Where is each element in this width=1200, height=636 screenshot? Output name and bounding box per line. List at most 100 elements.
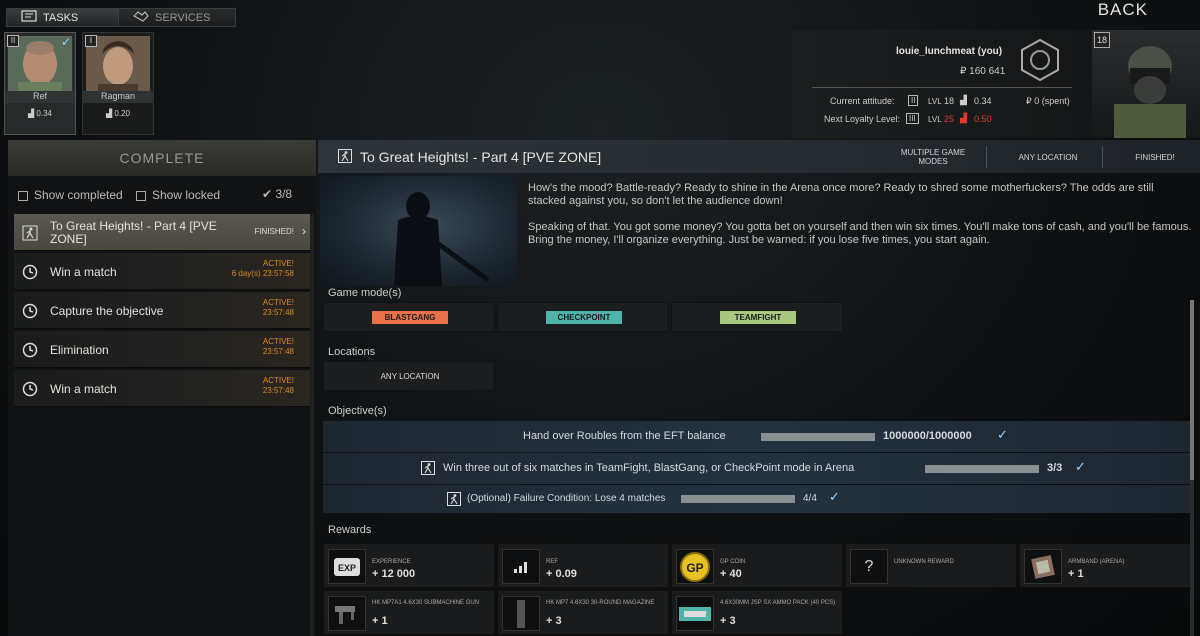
reward-name: ARMBAND (ARENA)	[1068, 559, 1125, 565]
next-lvl-label: LVL	[928, 115, 942, 124]
clock-icon	[22, 303, 38, 319]
current-spent: ₽ 0 (spent)	[1026, 96, 1070, 106]
reward-item[interactable]: GP GP COIN + 40	[671, 543, 843, 588]
quest-name: Win a match	[50, 265, 117, 279]
quest-title: To Great Heights! - Part 4 [PVE ZONE]	[360, 149, 602, 165]
objective-progress: 1000000/1000000	[883, 430, 972, 442]
svg-text:GP: GP	[686, 561, 703, 575]
loyalty-level-badge: II	[908, 95, 919, 106]
clock-icon	[22, 342, 38, 358]
quest-status: ACTIVE! 23:57:48	[262, 376, 294, 395]
current-lvl-label: LVL	[928, 97, 942, 106]
quest-location-header: ANY LOCATION	[1018, 152, 1078, 162]
chevron-right-icon: ›	[302, 224, 306, 238]
runner-icon	[421, 461, 435, 478]
reward-item[interactable]: REF + 0.09	[497, 543, 669, 588]
game-mode-tag: TEAMFIGHT	[720, 311, 796, 324]
list-item[interactable]: Win a match ACTIVE! 23:57:48	[14, 370, 310, 407]
objective-progress: 3/3	[1047, 462, 1063, 474]
trader-card-ragman[interactable]: I Ragman ▟ 0.20	[82, 32, 154, 135]
reward-item[interactable]: ARMBAND (ARENA) + 1	[1019, 543, 1191, 588]
armband-icon	[1024, 549, 1062, 584]
quest-header: To Great Heights! - Part 4 [PVE ZONE] MU…	[318, 140, 1200, 173]
reward-item[interactable]: HK MP7A1 4.6X30 SUBMACHINE GUN + 1	[323, 590, 495, 635]
objectives-label: Objective(s)	[328, 405, 387, 417]
reward-value: + 1	[1068, 568, 1084, 580]
objective-text: Hand over Roubles from the EFT balance	[523, 430, 726, 442]
trader-emblem-icon	[1018, 38, 1062, 85]
player-avatar: 18	[1092, 30, 1200, 138]
reward-item[interactable]: ? UNKNOWN REWARD	[845, 543, 1017, 588]
next-lvl-value: 25	[944, 114, 955, 124]
quest-status: ACTIVE! 6 day(s) 23:57:58	[231, 259, 294, 278]
reward-value: + 3	[720, 615, 736, 627]
reward-name: UNKNOWN REWARD	[894, 559, 954, 565]
quest-status: FINISHED!	[254, 227, 294, 236]
trader-standing: ▟ 0.20	[106, 109, 130, 118]
question-icon: ?	[850, 549, 888, 584]
quest-description: How's the mood? Battle-ready? Ready to s…	[528, 182, 1192, 260]
quest-filters: Show completed Show locked ✔ 3/8	[8, 180, 316, 210]
check-icon: ✓	[829, 489, 840, 504]
smg-icon	[328, 596, 366, 631]
divider	[812, 87, 1072, 88]
runner-icon	[22, 225, 38, 241]
reward-item[interactable]: 4.6X30MM JSP SX AMMO PACK (40 PCS) + 3	[671, 590, 843, 635]
game-modes-label: Game mode(s)	[328, 287, 402, 299]
trader-standing: ▟ 0.34	[28, 109, 52, 118]
reward-item[interactable]: EXP EXPERIENCE + 12 000	[323, 543, 495, 588]
content-scrollbar-thumb[interactable]	[1190, 300, 1194, 480]
game-mode-cell: TEAMFIGHT	[671, 302, 843, 332]
runner-icon	[447, 492, 461, 509]
player-money: ₽ 160 641	[960, 66, 1006, 77]
trader-card-ref[interactable]: II ✓ Ref ▟ 0.34	[4, 32, 76, 135]
next-standing: 0.50	[974, 114, 992, 124]
player-level-badge: 18	[1094, 32, 1110, 48]
check-icon: ✓	[1075, 459, 1086, 474]
next-loyalty-badge: III	[906, 113, 919, 124]
reward-value: + 0.09	[546, 568, 577, 580]
tab-services-label: SERVICES	[155, 11, 211, 24]
runner-icon	[338, 149, 352, 166]
objective-progress-bar	[925, 465, 1039, 473]
clock-icon	[22, 264, 38, 280]
objective-row: (Optional) Failure Condition: Lose 4 mat…	[323, 485, 1190, 513]
list-item[interactable]: Elimination ACTIVE! 23:57:48	[14, 331, 310, 368]
back-button[interactable]: BACK	[1098, 0, 1148, 20]
exp-icon: EXP	[328, 549, 366, 584]
standing-icon: ▟	[960, 95, 967, 105]
current-lvl-value: 18	[944, 96, 955, 106]
trader-name: Ref	[5, 91, 75, 103]
tab-tasks[interactable]: TASKS	[6, 8, 124, 27]
quest-name: Win a match	[50, 382, 117, 396]
objective-progress: 4/4	[803, 493, 817, 504]
divider	[1102, 146, 1103, 168]
show-completed-checkbox[interactable]: Show completed	[18, 188, 123, 202]
quest-name: Capture the objective	[50, 304, 164, 318]
trader-name: Ragman	[83, 91, 153, 103]
quest-name: Elimination	[50, 343, 109, 357]
check-icon: ✓	[997, 427, 1008, 442]
trader-level-badge: I	[85, 35, 97, 47]
quest-status-header[interactable]: COMPLETE	[8, 140, 316, 176]
objective-text: (Optional) Failure Condition: Lose 4 mat…	[467, 493, 666, 504]
game-mode-tag: BLASTGANG	[372, 311, 448, 324]
current-attitude-label: Current attitude:	[830, 96, 895, 106]
show-locked-checkbox[interactable]: Show locked	[136, 188, 220, 202]
reward-name: GP COIN	[720, 559, 746, 565]
reward-item[interactable]: HK MP7 4.6X30 30-ROUND MAGAZINE + 3	[497, 590, 669, 635]
reward-value: + 40	[720, 568, 742, 580]
divider	[986, 146, 987, 168]
quest-list-scrollbar[interactable]	[310, 214, 314, 636]
next-loyalty-label: Next Loyalty Level:	[824, 114, 901, 124]
reward-name: HK MP7A1 4.6X30 SUBMACHINE GUN	[372, 600, 480, 606]
svg-text:EXP: EXP	[338, 563, 356, 573]
objective-text: Win three out of six matches in TeamFigh…	[443, 462, 855, 474]
objective-progress-bar	[761, 433, 875, 441]
list-item[interactable]: Capture the objective ACTIVE! 23:57:48	[14, 292, 310, 329]
list-item[interactable]: Win a match ACTIVE! 6 day(s) 23:57:58	[14, 253, 310, 290]
tab-services[interactable]: SERVICES	[118, 8, 236, 27]
player-panel: louie_lunchmeat (you) ₽ 160 641 Current …	[792, 30, 1092, 138]
list-item[interactable]: To Great Heights! - Part 4 [PVE ZONE] FI…	[14, 214, 310, 251]
reward-value: + 1	[372, 615, 388, 627]
